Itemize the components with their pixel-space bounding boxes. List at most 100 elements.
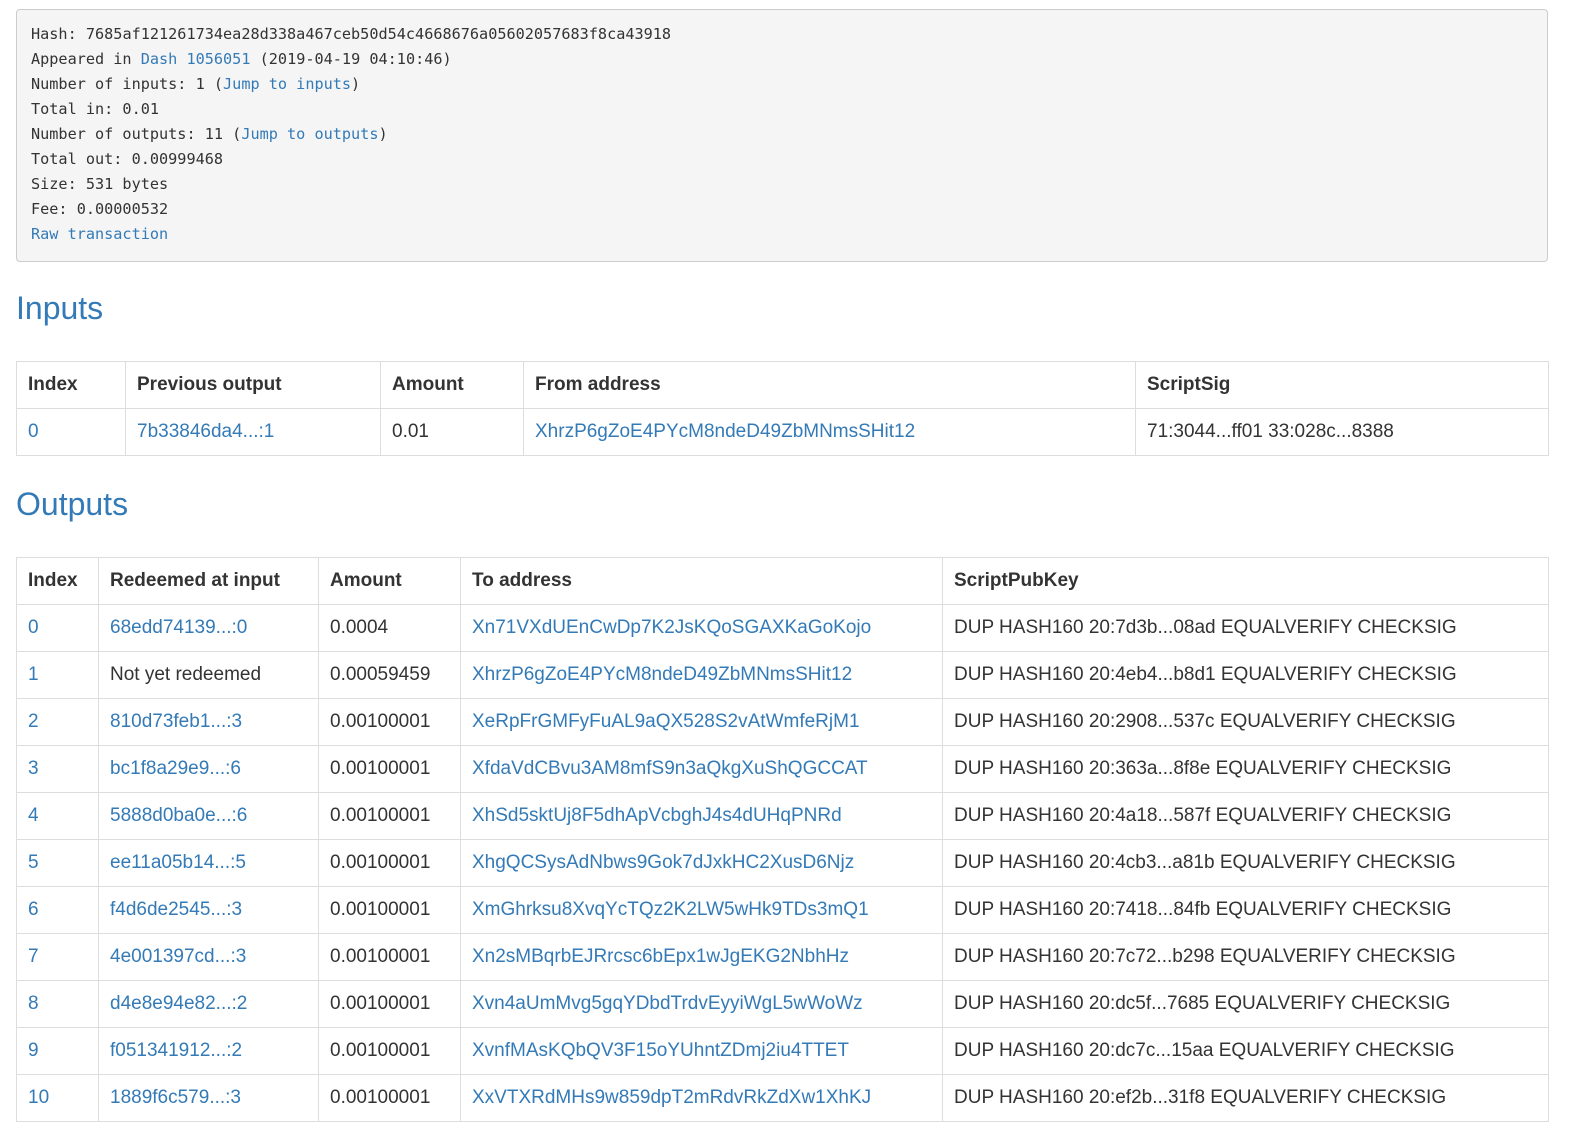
to-address-cell: XfdaVdCBvu3AM8mfS9n3aQkgXuShQGCCAT: [460, 745, 943, 793]
input-index-link[interactable]: 0: [28, 421, 39, 442]
input-index-cell: 0: [16, 408, 126, 456]
redeemed-at-input-link[interactable]: 4e001397cd...:3: [110, 946, 246, 967]
outputs-col-amount: Amount: [318, 557, 461, 605]
output-amount-cell: 0.00100001: [318, 1074, 461, 1122]
redeemed-at-input-link[interactable]: 1889f6c579...:3: [110, 1087, 241, 1108]
redeemed-at-input: Not yet redeemed: [110, 664, 262, 685]
scriptsig: 71:3044...ff01 33:028c...8388: [1147, 421, 1394, 442]
outputs-table: Index Redeemed at input Amount To addres…: [16, 557, 1549, 1122]
output-index-link[interactable]: 2: [28, 711, 39, 732]
jump-to-inputs-link[interactable]: Jump to inputs: [223, 75, 351, 93]
to-address-link[interactable]: XfdaVdCBvu3AM8mfS9n3aQkgXuShQGCCAT: [472, 758, 868, 779]
to-address-link[interactable]: Xn2sMBqrbEJRrcsc6bEpx1wJgEKG2NbhHz: [472, 946, 849, 967]
redeemed-at-input-link[interactable]: f051341912...:2: [110, 1040, 242, 1061]
output-index-link[interactable]: 5: [28, 852, 39, 873]
scriptpubkey: DUP HASH160 20:363a...8f8e EQUALVERIFY C…: [954, 758, 1452, 779]
output-amount: 0.00100001: [330, 899, 431, 920]
to-address-link[interactable]: Xn71VXdUEnCwDp7K2JsKQoSGAXKaGoKojo: [472, 617, 871, 638]
input-amount-cell: 0.01: [380, 408, 524, 456]
scriptpubkey: DUP HASH160 20:dc5f...7685 EQUALVERIFY C…: [954, 993, 1451, 1014]
output-index-link[interactable]: 8: [28, 993, 39, 1014]
redeemed-at-input-cell: 68edd74139...:0: [98, 604, 319, 652]
redeemed-at-input-link[interactable]: bc1f8a29e9...:6: [110, 758, 241, 779]
previous-output-cell: 7b33846da4...:1: [125, 408, 381, 456]
output-amount-cell: 0.00059459: [318, 651, 461, 699]
output-index-link[interactable]: 4: [28, 805, 39, 826]
redeemed-at-input-link[interactable]: d4e8e94e82...:2: [110, 993, 247, 1014]
redeemed-at-input-cell: d4e8e94e82...:2: [98, 980, 319, 1028]
scriptpubkey: DUP HASH160 20:ef2b...31f8 EQUALVERIFY C…: [954, 1087, 1447, 1108]
output-row: 0 68edd74139...:0 0.0004 Xn71VXdUEnCwDp7K2J…: [16, 604, 1549, 652]
redeemed-at-input-cell: f051341912...:2: [98, 1027, 319, 1075]
to-address-link[interactable]: XhrzP6gZoE4PYcM8ndeD49ZbMNmsSHit12: [472, 664, 852, 685]
outputs-heading: Outputs: [16, 486, 129, 522]
redeemed-at-input-link[interactable]: f4d6de2545...:3: [110, 899, 242, 920]
output-amount-cell: 0.00100001: [318, 745, 461, 793]
appeared-line: Appeared in Dash 1056051 (2019-04-19 04:…: [31, 47, 1533, 72]
inputs-col-previous-output: Previous output: [125, 361, 381, 409]
output-row: 5 ee11a05b14...:5 0.00100001 XhgQCSysAdNbws…: [16, 839, 1549, 887]
output-row: 3 bc1f8a29e9...:6 0.00100001 XfdaVdCBvu3AM8…: [16, 745, 1549, 793]
output-amount-cell: 0.00100001: [318, 933, 461, 981]
to-address-cell: XhgQCSysAdNbws9Gok7dJxkHC2XusD6Njz: [460, 839, 943, 887]
previous-output-link[interactable]: 7b33846da4...:1: [137, 421, 274, 442]
output-amount-cell: 0.00100001: [318, 792, 461, 840]
scriptpubkey-cell: DUP HASH160 20:ef2b...31f8 EQUALVERIFY C…: [942, 1074, 1549, 1122]
output-amount-cell: 0.00100001: [318, 839, 461, 887]
output-index-link[interactable]: 0: [28, 617, 39, 638]
output-index-cell: 10: [16, 1074, 99, 1122]
inputs-header-row: Index Previous output Amount From addres…: [16, 361, 1549, 409]
to-address-link[interactable]: XhSd5sktUj8F5dhApVcbghJ4s4dUHqPNRd: [472, 805, 842, 826]
output-index-cell: 2: [16, 698, 99, 746]
output-row: 10 1889f6c579...:3 0.00100001 XxVTXRdMHs9w8…: [16, 1074, 1549, 1122]
output-index-link[interactable]: 10: [28, 1087, 49, 1108]
output-amount: 0.00100001: [330, 993, 431, 1014]
output-index-link[interactable]: 1: [28, 664, 39, 685]
outputs-col-scriptpubkey: ScriptPubKey: [942, 557, 1549, 605]
output-amount: 0.00059459: [330, 664, 431, 685]
to-address-cell: XmGhrksu8XvqYcTQz2K2LW5wHk9TDs3mQ1: [460, 886, 943, 934]
block-link[interactable]: Dash 1056051: [141, 50, 251, 68]
to-address-link[interactable]: XhgQCSysAdNbws9Gok7dJxkHC2XusD6Njz: [472, 852, 854, 873]
to-address-link[interactable]: XvnfMAsKQbQV3F15oYUhntZDmj2iu4TTET: [472, 1040, 849, 1061]
output-row: 7 4e001397cd...:3 0.00100001 Xn2sMBqrbEJRrc…: [16, 933, 1549, 981]
inputs-col-scriptsig: ScriptSig: [1135, 361, 1549, 409]
output-amount: 0.00100001: [330, 805, 431, 826]
from-address-link[interactable]: XhrzP6gZoE4PYcM8ndeD49ZbMNmsSHit12: [535, 421, 915, 442]
output-amount-cell: 0.00100001: [318, 1027, 461, 1075]
scriptpubkey-cell: DUP HASH160 20:4cb3...a81b EQUALVERIFY C…: [942, 839, 1549, 887]
to-address-link[interactable]: XmGhrksu8XvqYcTQz2K2LW5wHk9TDs3mQ1: [472, 899, 869, 920]
output-index-cell: 8: [16, 980, 99, 1028]
redeemed-at-input-link[interactable]: ee11a05b14...:5: [110, 852, 246, 873]
num-outputs-line: Number of outputs: 11 (Jump to outputs): [31, 122, 1533, 147]
inputs-col-from-address: From address: [523, 361, 1136, 409]
scriptpubkey: DUP HASH160 20:dc7c...15aa EQUALVERIFY C…: [954, 1040, 1455, 1061]
output-row: 1 Not yet redeemed 0.00059459 XhrzP6gZoE4PY…: [16, 651, 1549, 699]
output-index-cell: 0: [16, 604, 99, 652]
redeemed-at-input-link[interactable]: 68edd74139...:0: [110, 617, 247, 638]
output-row: 2 810d73feb1...:3 0.00100001 XeRpFrGMFyFuAL…: [16, 698, 1549, 746]
output-row: 4 5888d0ba0e...:6 0.00100001 XhSd5sktUj8F5d…: [16, 792, 1549, 840]
output-amount-cell: 0.0004: [318, 604, 461, 652]
output-index-cell: 4: [16, 792, 99, 840]
output-index-link[interactable]: 9: [28, 1040, 39, 1061]
to-address-link[interactable]: XeRpFrGMFyFuAL9aQX528S2vAtWmfeRjM1: [472, 711, 860, 732]
to-address-link[interactable]: Xvn4aUmMvg5gqYDbdTrdvEyyiWgL5wWoWz: [472, 993, 863, 1014]
outputs-col-index: Index: [16, 557, 99, 605]
scriptpubkey-cell: DUP HASH160 20:2908...537c EQUALVERIFY C…: [942, 698, 1549, 746]
output-amount-cell: 0.00100001: [318, 886, 461, 934]
scriptpubkey-cell: DUP HASH160 20:363a...8f8e EQUALVERIFY C…: [942, 745, 1549, 793]
raw-transaction-link[interactable]: Raw transaction: [31, 225, 168, 243]
jump-to-outputs-link[interactable]: Jump to outputs: [241, 125, 378, 143]
to-address-cell: Xn2sMBqrbEJRrcsc6bEpx1wJgEKG2NbhHz: [460, 933, 943, 981]
scriptpubkey: DUP HASH160 20:2908...537c EQUALVERIFY C…: [954, 711, 1456, 732]
output-index-link[interactable]: 3: [28, 758, 39, 779]
redeemed-at-input-link[interactable]: 5888d0ba0e...:6: [110, 805, 247, 826]
scriptpubkey: DUP HASH160 20:4eb4...b8d1 EQUALVERIFY C…: [954, 664, 1457, 685]
outputs-col-to-address: To address: [460, 557, 943, 605]
redeemed-at-input-link[interactable]: 810d73feb1...:3: [110, 711, 242, 732]
output-amount-cell: 0.00100001: [318, 698, 461, 746]
output-index-link[interactable]: 6: [28, 899, 39, 920]
to-address-link[interactable]: XxVTXRdMHs9w859dpT2mRdvRkZdXw1XhKJ: [472, 1087, 871, 1108]
output-index-link[interactable]: 7: [28, 946, 39, 967]
